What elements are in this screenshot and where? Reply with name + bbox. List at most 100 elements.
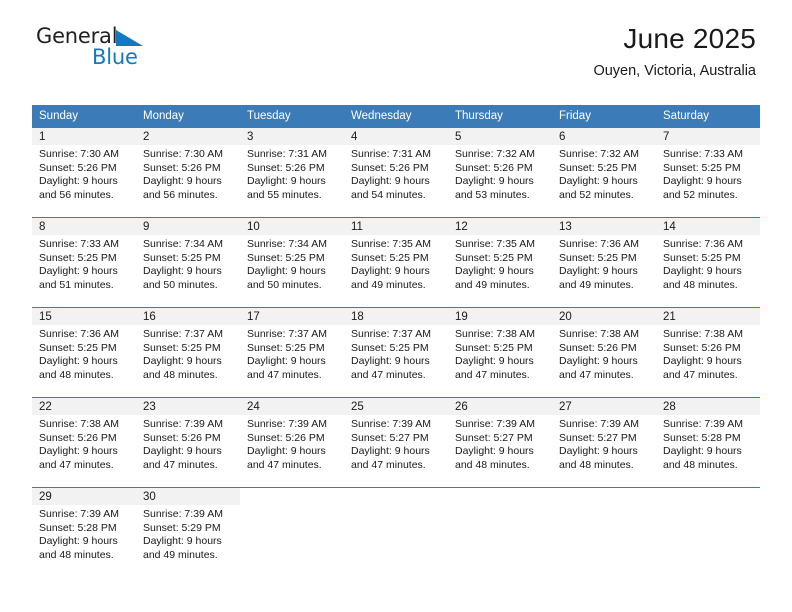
calendar-day-cell[interactable]: 26 Sunrise: 7:39 AM Sunset: 5:27 PM Dayligh… [448,397,552,487]
sunset-text: Sunset: 5:25 PM [143,341,221,354]
sunset-text: Sunset: 5:25 PM [559,161,637,174]
calendar-day-cell[interactable]: 27 Sunrise: 7:39 AM Sunset: 5:27 PM Dayligh… [552,397,656,487]
day-cell-body [344,487,448,577]
day-cell-body: 7 Sunrise: 7:33 AM Sunset: 5:25 PM Daylight… [656,127,760,217]
sunset-text: Sunset: 5:25 PM [39,341,117,354]
day-number: 20 [552,308,656,325]
calendar-week-row: 29 Sunrise: 7:39 AM Sunset: 5:28 PM Dayligh… [32,487,760,577]
calendar-day-cell[interactable]: 18 Sunrise: 7:37 AM Sunset: 5:25 PM Dayligh… [344,307,448,397]
sunset-text: Sunset: 5:28 PM [39,521,117,534]
sunset-text: Sunset: 5:26 PM [455,161,533,174]
day-number: 16 [136,308,240,325]
day-cell-body: 2 Sunrise: 7:30 AM Sunset: 5:26 PM Daylight… [136,127,240,217]
day-details: Sunrise: 7:39 AM Sunset: 5:28 PM Daylight:… [32,505,136,562]
calendar-day-cell[interactable]: 7 Sunrise: 7:33 AM Sunset: 5:25 PM Daylight… [656,127,760,217]
day-details [240,505,344,508]
calendar-day-cell[interactable]: 14 Sunrise: 7:36 AM Sunset: 5:25 PM Dayligh… [656,217,760,307]
sunset-text: Sunset: 5:29 PM [143,521,221,534]
calendar-page: General Blue June 2025 Ouyen, Victoria, … [0,0,792,612]
daylight-text-line2: and 49 minutes. [559,278,634,291]
calendar-day-cell[interactable]: 19 Sunrise: 7:38 AM Sunset: 5:25 PM Dayligh… [448,307,552,397]
calendar-day-cell[interactable]: 11 Sunrise: 7:35 AM Sunset: 5:25 PM Dayligh… [344,217,448,307]
weekday-header-friday: Friday [552,105,656,127]
calendar-day-cell[interactable]: 17 Sunrise: 7:37 AM Sunset: 5:25 PM Dayligh… [240,307,344,397]
calendar-day-cell[interactable]: 5 Sunrise: 7:32 AM Sunset: 5:26 PM Daylight… [448,127,552,217]
day-details: Sunrise: 7:39 AM Sunset: 5:29 PM Daylight:… [136,505,240,562]
calendar-day-cell[interactable]: 12 Sunrise: 7:35 AM Sunset: 5:25 PM Dayligh… [448,217,552,307]
sunset-text: Sunset: 5:25 PM [351,341,429,354]
generalblue-logo[interactable]: General Blue [36,26,236,76]
daylight-text-line1: Daylight: 9 hours [351,355,430,368]
daylight-text-line1: Daylight: 9 hours [39,265,118,278]
sunset-text: Sunset: 5:26 PM [247,431,325,444]
calendar-day-cell[interactable]: 2 Sunrise: 7:30 AM Sunset: 5:26 PM Daylight… [136,127,240,217]
sunset-text: Sunset: 5:26 PM [39,431,117,444]
sunrise-text: Sunrise: 7:39 AM [351,418,431,430]
calendar-week-row: 8 Sunrise: 7:33 AM Sunset: 5:25 PM Daylight… [32,217,760,307]
sunset-text: Sunset: 5:27 PM [351,431,429,444]
calendar-day-cell[interactable]: 8 Sunrise: 7:33 AM Sunset: 5:25 PM Daylight… [32,217,136,307]
calendar-day-cell[interactable]: 16 Sunrise: 7:37 AM Sunset: 5:25 PM Dayligh… [136,307,240,397]
day-details: Sunrise: 7:37 AM Sunset: 5:25 PM Daylight:… [344,325,448,382]
day-number: 21 [656,308,760,325]
day-number: 5 [448,128,552,145]
day-details: Sunrise: 7:32 AM Sunset: 5:25 PM Daylight:… [552,145,656,202]
sunset-text: Sunset: 5:26 PM [351,161,429,174]
calendar-day-cell[interactable]: 22 Sunrise: 7:38 AM Sunset: 5:26 PM Dayligh… [32,397,136,487]
calendar-day-cell[interactable]: 24 Sunrise: 7:39 AM Sunset: 5:26 PM Dayligh… [240,397,344,487]
calendar-day-cell[interactable]: 13 Sunrise: 7:36 AM Sunset: 5:25 PM Dayligh… [552,217,656,307]
calendar-day-cell[interactable]: 30 Sunrise: 7:39 AM Sunset: 5:29 PM Dayligh… [136,487,240,577]
calendar-day-cell[interactable]: 21 Sunrise: 7:38 AM Sunset: 5:26 PM Dayligh… [656,307,760,397]
day-number: 13 [552,218,656,235]
day-cell-body: 4 Sunrise: 7:31 AM Sunset: 5:26 PM Daylight… [344,127,448,217]
logo-text-general: General [36,24,118,48]
calendar-day-cell[interactable]: 29 Sunrise: 7:39 AM Sunset: 5:28 PM Dayligh… [32,487,136,577]
calendar-day-cell[interactable]: 20 Sunrise: 7:38 AM Sunset: 5:26 PM Dayligh… [552,307,656,397]
sunrise-text: Sunrise: 7:36 AM [39,328,119,340]
sunset-text: Sunset: 5:25 PM [247,341,325,354]
day-number [448,488,552,505]
calendar-day-cell[interactable]: 9 Sunrise: 7:34 AM Sunset: 5:25 PM Daylight… [136,217,240,307]
day-details: Sunrise: 7:36 AM Sunset: 5:25 PM Daylight:… [552,235,656,292]
day-details: Sunrise: 7:39 AM Sunset: 5:28 PM Daylight:… [656,415,760,472]
day-details: Sunrise: 7:37 AM Sunset: 5:25 PM Daylight:… [136,325,240,382]
daylight-text-line1: Daylight: 9 hours [455,265,534,278]
day-details: Sunrise: 7:36 AM Sunset: 5:25 PM Daylight:… [656,235,760,292]
day-number: 25 [344,398,448,415]
calendar-day-cell[interactable]: 23 Sunrise: 7:39 AM Sunset: 5:26 PM Dayligh… [136,397,240,487]
daylight-text-line1: Daylight: 9 hours [663,175,742,188]
calendar-day-cell[interactable]: 10 Sunrise: 7:34 AM Sunset: 5:25 PM Dayligh… [240,217,344,307]
daylight-text-line2: and 48 minutes. [143,368,218,381]
sunset-text: Sunset: 5:26 PM [143,161,221,174]
calendar-day-cell[interactable]: 28 Sunrise: 7:39 AM Sunset: 5:28 PM Dayligh… [656,397,760,487]
sunrise-text: Sunrise: 7:39 AM [455,418,535,430]
page-header: General Blue June 2025 Ouyen, Victoria, … [0,0,792,79]
daylight-text-line2: and 49 minutes. [351,278,426,291]
calendar-day-cell[interactable]: 3 Sunrise: 7:31 AM Sunset: 5:26 PM Daylight… [240,127,344,217]
day-cell-body [448,487,552,577]
sunset-text: Sunset: 5:25 PM [663,161,741,174]
calendar-day-cell[interactable]: 4 Sunrise: 7:31 AM Sunset: 5:26 PM Daylight… [344,127,448,217]
sunrise-text: Sunrise: 7:37 AM [351,328,431,340]
sunset-text: Sunset: 5:26 PM [247,161,325,174]
calendar-day-cell[interactable]: 1 Sunrise: 7:30 AM Sunset: 5:26 PM Daylight… [32,127,136,217]
calendar-day-cell[interactable]: 15 Sunrise: 7:36 AM Sunset: 5:25 PM Dayligh… [32,307,136,397]
calendar-day-cell-empty [552,487,656,577]
weekday-header-monday: Monday [136,105,240,127]
sunrise-text: Sunrise: 7:36 AM [663,238,743,250]
day-details: Sunrise: 7:37 AM Sunset: 5:25 PM Daylight:… [240,325,344,382]
daylight-text-line1: Daylight: 9 hours [351,265,430,278]
day-cell-body: 9 Sunrise: 7:34 AM Sunset: 5:25 PM Daylight… [136,217,240,307]
calendar-day-cell[interactable]: 6 Sunrise: 7:32 AM Sunset: 5:25 PM Daylight… [552,127,656,217]
daylight-text-line1: Daylight: 9 hours [143,175,222,188]
sunrise-text: Sunrise: 7:39 AM [559,418,639,430]
day-cell-body: 15 Sunrise: 7:36 AM Sunset: 5:25 PM Dayligh… [32,307,136,397]
day-details: Sunrise: 7:31 AM Sunset: 5:26 PM Daylight:… [240,145,344,202]
day-cell-body: 18 Sunrise: 7:37 AM Sunset: 5:25 PM Dayligh… [344,307,448,397]
daylight-text-line2: and 48 minutes. [39,548,114,561]
day-number: 4 [344,128,448,145]
daylight-text-line2: and 50 minutes. [143,278,218,291]
daylight-text-line1: Daylight: 9 hours [559,175,638,188]
calendar-day-cell[interactable]: 25 Sunrise: 7:39 AM Sunset: 5:27 PM Dayligh… [344,397,448,487]
day-details: Sunrise: 7:39 AM Sunset: 5:26 PM Daylight:… [240,415,344,472]
